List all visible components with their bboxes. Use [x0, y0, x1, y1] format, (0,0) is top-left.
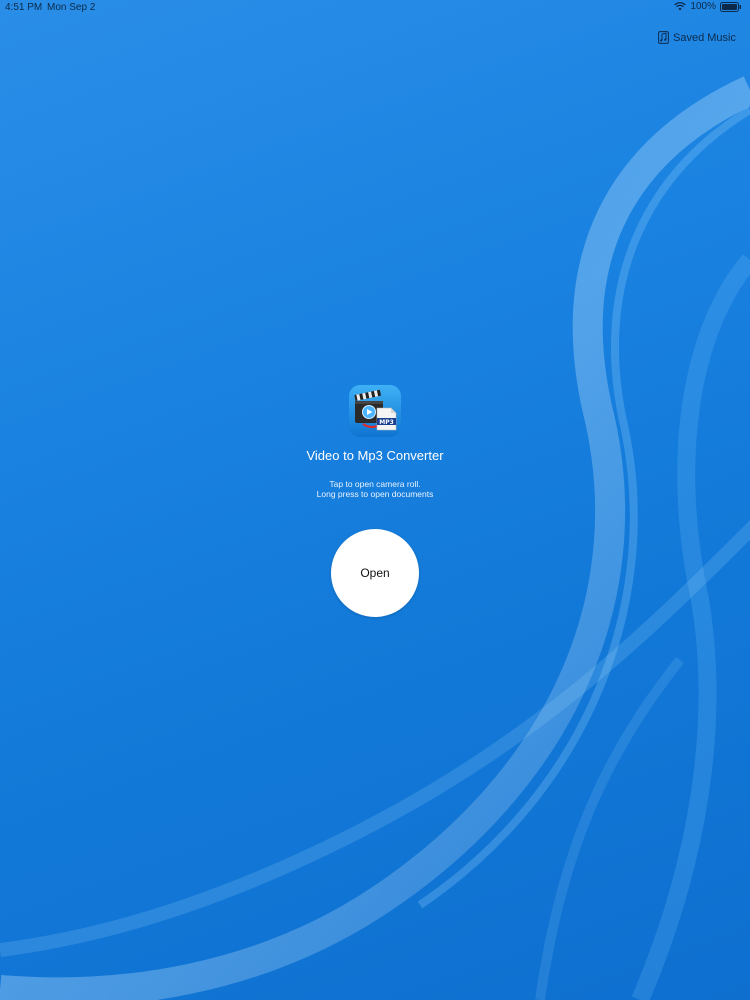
- background-art: [0, 76, 750, 1000]
- battery-percent: 100%: [690, 1, 716, 12]
- app-title: Video to Mp3 Converter: [306, 448, 444, 463]
- wifi-icon: [674, 2, 687, 11]
- mp3-badge-text: MP3: [379, 419, 394, 426]
- status-indicators: 100%: [674, 1, 742, 12]
- open-button[interactable]: Open: [331, 529, 419, 617]
- saved-music-button[interactable]: Saved Music: [658, 31, 736, 44]
- video-to-mp3-app-icon: MP3: [349, 385, 401, 437]
- hint-line-camera-roll: Tap to open camera roll.: [329, 479, 421, 489]
- saved-music-label: Saved Music: [673, 31, 736, 44]
- status-date: Mon Sep 2: [47, 2, 96, 13]
- app-screen: 4:51 PM Mon Sep 2 100% Saved Music MP3 V…: [0, 0, 750, 1000]
- app-hint: Tap to open camera roll. Long press to o…: [0, 479, 750, 499]
- hint-line-documents: Long press to open documents: [316, 489, 434, 499]
- battery-icon: [720, 1, 742, 12]
- status-bar: 4:51 PM Mon Sep 2 100%: [0, 0, 750, 16]
- status-time: 4:51 PM: [5, 2, 43, 13]
- music-note-icon: [658, 31, 669, 44]
